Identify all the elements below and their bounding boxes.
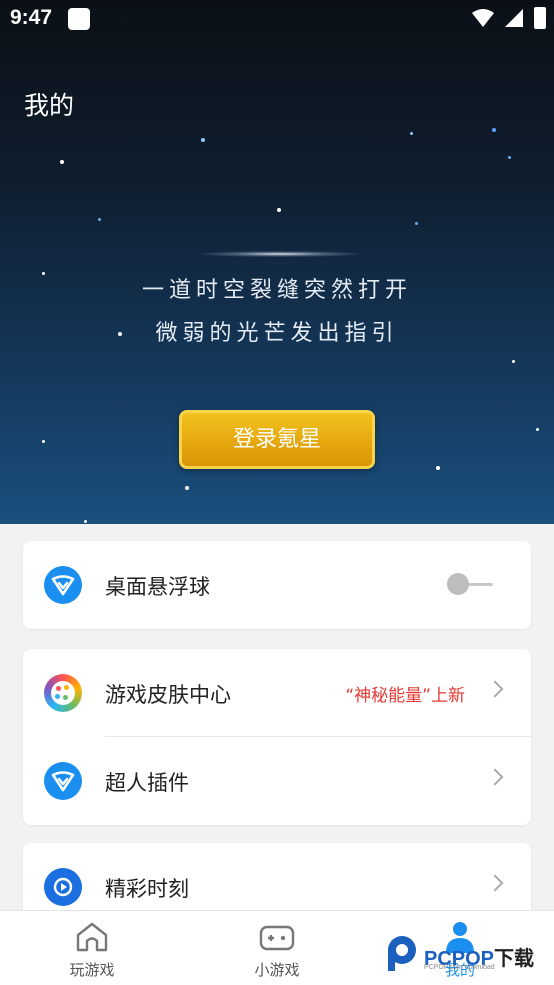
- plugin-icon: [44, 762, 82, 800]
- star-decoration: [185, 486, 189, 490]
- palette-icon: [44, 674, 82, 712]
- hero-tagline-line1: 一道时空裂缝突然打开: [141, 278, 412, 303]
- chevron-right-icon: [486, 680, 504, 698]
- status-bar: 9:47: [0, 0, 554, 38]
- pcpop-logo-icon: [388, 936, 416, 971]
- light-streak-decoration: [200, 251, 360, 257]
- login-button[interactable]: 登录氪星: [179, 410, 375, 469]
- play-icon: [44, 868, 82, 906]
- star-decoration: [508, 156, 511, 159]
- home-icon: [76, 922, 108, 952]
- superman-plugin-row[interactable]: 超人插件: [23, 737, 531, 825]
- star-decoration: [60, 160, 64, 164]
- hero-tagline-line2: 微弱的光芒发出指引: [155, 321, 399, 346]
- signal-icon: [505, 9, 523, 27]
- floating-ball-row[interactable]: 桌面悬浮球: [23, 541, 531, 629]
- chevron-right-icon: [486, 874, 504, 892]
- skin-center-label: 游戏皮肤中心: [105, 683, 231, 707]
- skin-center-row[interactable]: 游戏皮肤中心 “神秘能量”上新: [23, 649, 531, 737]
- tab-label: 小游戏: [254, 961, 300, 979]
- star-decoration: [512, 360, 515, 363]
- star-decoration: [98, 218, 101, 221]
- tab-label: 玩游戏: [69, 961, 115, 979]
- star-decoration: [201, 138, 205, 142]
- status-icons: [472, 7, 546, 29]
- notification-app-icon: [68, 8, 90, 30]
- superman-plugin-label: 超人插件: [105, 771, 189, 795]
- star-decoration: [536, 428, 539, 431]
- watermark-sub: PCPOP.com download: [424, 964, 495, 971]
- highlights-label: 精彩时刻: [105, 877, 189, 901]
- tab-play-games[interactable]: 玩游戏: [32, 911, 152, 985]
- star-decoration: [410, 132, 413, 135]
- star-decoration: [84, 520, 87, 523]
- status-time: 9:47: [10, 6, 53, 29]
- battery-icon: [534, 7, 546, 29]
- chevron-right-icon: [486, 768, 504, 786]
- floating-ball-toggle[interactable]: [447, 573, 493, 595]
- star-decoration: [415, 222, 418, 225]
- star-decoration: [492, 128, 496, 132]
- floating-ball-icon: [44, 566, 82, 604]
- page-title: 我的: [24, 91, 75, 120]
- profile-hero: 9:47 我的 一道时空裂缝突然打开 微弱的光芒发出指引 登录氪星: [0, 0, 554, 524]
- tab-mini-games[interactable]: 小游戏: [217, 911, 337, 985]
- gamepad-icon: [259, 925, 295, 951]
- palette-icon-inner: [51, 681, 75, 705]
- watermark-cn: 下载: [494, 948, 535, 970]
- star-decoration: [436, 466, 440, 470]
- floating-ball-label: 桌面悬浮球: [105, 575, 210, 599]
- features-card: 游戏皮肤中心 “神秘能量”上新 超人插件: [23, 649, 531, 825]
- wifi-icon: [472, 9, 494, 27]
- star-decoration: [42, 440, 45, 443]
- floating-ball-card: 桌面悬浮球: [23, 541, 531, 629]
- toggle-knob: [447, 573, 469, 595]
- pcpop-watermark: PCPOP下载 PCPOP.com download: [384, 934, 554, 982]
- star-decoration: [277, 208, 281, 212]
- skin-center-badge: “神秘能量”上新: [345, 686, 465, 706]
